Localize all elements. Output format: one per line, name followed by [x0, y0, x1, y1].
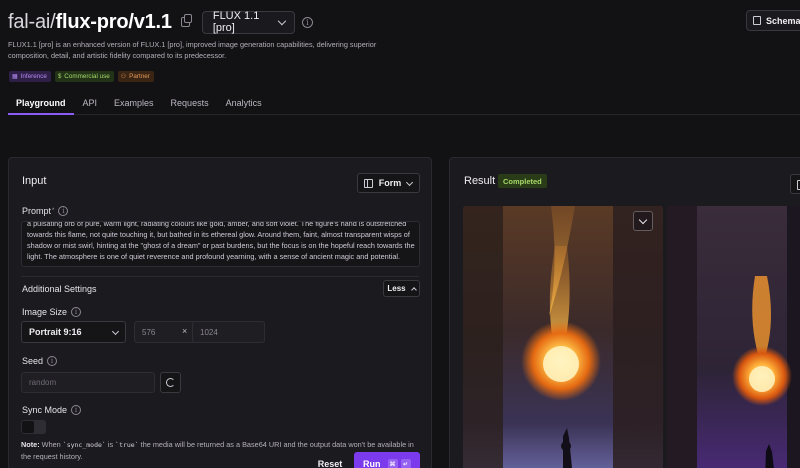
- section-divider: [21, 276, 419, 277]
- prompt-textarea[interactable]: a pulsating orb of pure, warm light, rad…: [21, 221, 420, 267]
- input-panel-title: Input: [22, 175, 47, 187]
- sync-mode-label: Sync Mode i: [22, 405, 82, 415]
- seed-input[interactable]: random: [21, 372, 155, 393]
- model-description: FLUX1.1 [pro] is an enhanced version of …: [8, 40, 377, 60]
- reset-button[interactable]: Reset: [309, 452, 351, 468]
- run-button-label: Run: [363, 459, 381, 468]
- toggle-settings-label: Less: [387, 284, 406, 293]
- input-panel: Input Form Prompt * i a pulsating orb of …: [8, 157, 432, 468]
- badge-list: ▦ Inference $ Commercial use ⚇ Partner: [9, 71, 154, 82]
- badge-partner: ⚇ Partner: [117, 71, 154, 82]
- badge-commercial-use: $ Commercial use: [54, 71, 114, 82]
- tab-api[interactable]: API: [75, 92, 106, 114]
- info-icon[interactable]: i: [71, 405, 82, 415]
- prompt-text: a pulsating orb of pure, warm light, rad…: [27, 221, 415, 261]
- enter-key-icon: ↵: [400, 459, 411, 468]
- seed-label: Seed i: [22, 356, 58, 366]
- tab-requests[interactable]: Requests: [163, 92, 217, 114]
- refresh-icon: [166, 378, 175, 387]
- image-size-select[interactable]: Portrait 9:16: [21, 321, 126, 343]
- tab-analytics[interactable]: Analytics: [218, 92, 270, 114]
- model-name: flux-pro/v1.1: [55, 10, 173, 33]
- badge-label: Inference: [20, 73, 47, 80]
- prompt-label-text: Prompt: [22, 206, 52, 216]
- note-label: Note:: [21, 440, 40, 449]
- info-icon[interactable]: i: [301, 16, 313, 28]
- toggle-settings-button[interactable]: Less: [383, 280, 420, 297]
- sync-mode-label-text: Sync Mode: [22, 405, 68, 415]
- download-icon: [638, 215, 648, 225]
- generated-image-1[interactable]: [463, 206, 663, 468]
- status-badge: Completed: [498, 174, 547, 188]
- result-panel: Result Completed: [449, 157, 800, 468]
- height-input[interactable]: 1024: [192, 321, 265, 343]
- image-size-label-text: Image Size: [22, 307, 68, 317]
- chevron-down-icon: [111, 327, 120, 335]
- model-title-row: fal-ai/flux-pro/v1.1 FLUX 1.1 [pro] i: [8, 10, 313, 34]
- result-download-button[interactable]: [790, 174, 800, 194]
- grid-icon: ▦: [12, 74, 18, 80]
- result-panel-title: Result: [464, 175, 496, 187]
- toggle-knob: [22, 421, 34, 433]
- sync-mode-toggle[interactable]: [21, 420, 46, 434]
- input-mode-value: Form: [378, 178, 402, 188]
- schema-button[interactable]: Schema: [746, 10, 800, 31]
- form-icon: [364, 178, 373, 188]
- additional-settings-label: Additional Settings: [22, 284, 97, 294]
- chevron-down-icon: [405, 178, 414, 186]
- tab-examples[interactable]: Examples: [106, 92, 162, 114]
- tab-bar: Playground API Examples Requests Analyti…: [8, 92, 800, 115]
- info-icon[interactable]: i: [47, 356, 58, 366]
- note-text: is: [105, 440, 116, 449]
- badge-inference: ▦ Inference: [9, 71, 51, 82]
- generated-image-1-art: [463, 206, 663, 468]
- info-icon[interactable]: i: [58, 206, 69, 216]
- page-title: fal-ai/flux-pro/v1.1: [8, 11, 172, 34]
- randomize-seed-button[interactable]: [160, 372, 181, 393]
- seed-label-text: Seed: [22, 356, 44, 366]
- times-symbol: ×: [182, 326, 188, 336]
- chevron-up-icon: [410, 286, 417, 293]
- info-icon[interactable]: i: [71, 307, 82, 317]
- image-download-button[interactable]: [633, 211, 653, 231]
- required-mark: *: [52, 208, 55, 214]
- schema-button-label: Schema: [766, 15, 800, 26]
- dollar-icon: $: [57, 73, 62, 80]
- note-text: When: [39, 440, 63, 449]
- image-size-value: Portrait 9:16: [29, 327, 82, 337]
- prompt-label: Prompt * i: [22, 206, 69, 216]
- generated-image-2[interactable]: [667, 206, 800, 468]
- version-select-value: FLUX 1.1 [pro]: [212, 10, 260, 34]
- run-button[interactable]: Run ⌘ ↵: [354, 452, 420, 468]
- badge-label: Commercial use: [64, 73, 110, 80]
- copy-icon[interactable]: [180, 14, 192, 27]
- input-mode-select[interactable]: Form: [357, 173, 420, 193]
- badge-label: Partner: [129, 73, 150, 80]
- generated-image-2-art: [667, 206, 800, 468]
- command-key-icon: ⌘: [387, 459, 398, 468]
- people-icon: ⚇: [120, 74, 127, 80]
- image-size-label: Image Size i: [22, 307, 82, 317]
- org-name: fal-ai/: [8, 10, 56, 33]
- tab-playground[interactable]: Playground: [8, 92, 74, 115]
- note-code: `true`: [115, 441, 139, 449]
- note-code: `sync_mode`: [62, 441, 106, 449]
- document-icon: [753, 16, 761, 25]
- version-select[interactable]: FLUX 1.1 [pro]: [201, 10, 295, 34]
